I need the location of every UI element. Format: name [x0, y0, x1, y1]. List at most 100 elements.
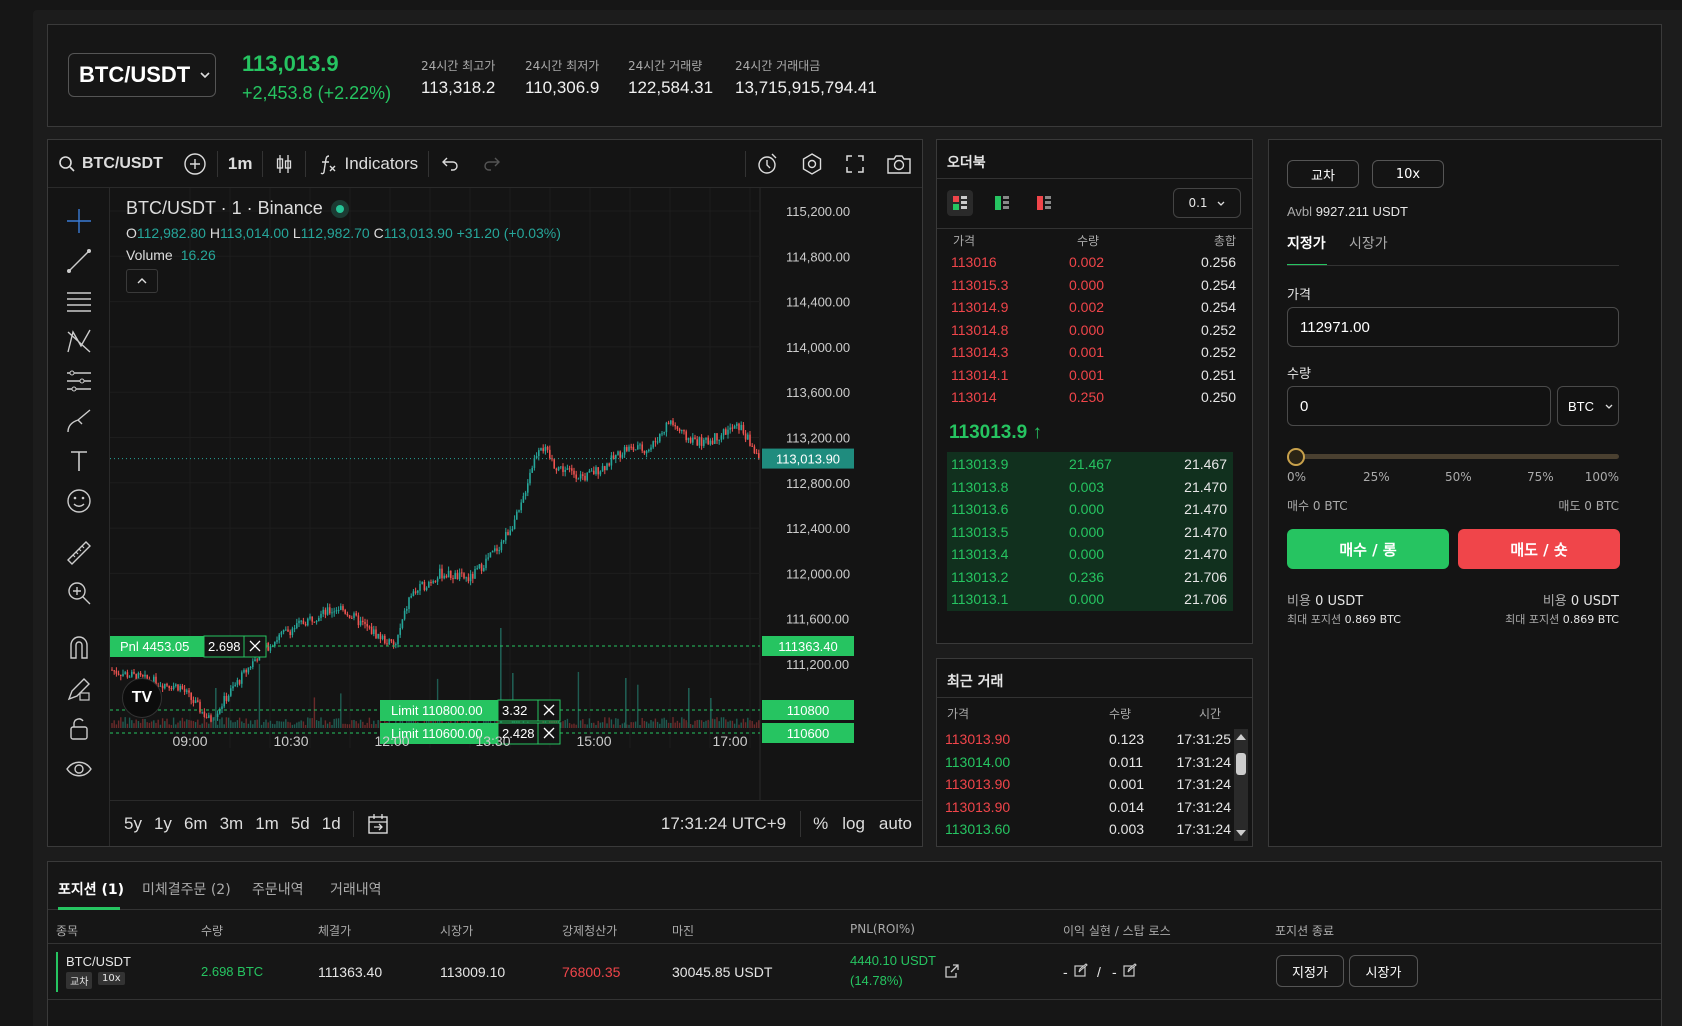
bid-row[interactable]: 113013.4 0.000 21.470 [947, 542, 1233, 566]
volume-bar [342, 723, 344, 728]
qty-unit-select[interactable]: BTC [1557, 386, 1619, 426]
trade-qty: 0.001 [1109, 776, 1145, 792]
ask-row[interactable]: 113014.3 0.001 0.252 [937, 340, 1252, 364]
interval-button[interactable]: 1m [218, 140, 263, 188]
pattern-icon[interactable] [64, 326, 94, 356]
leverage-button[interactable]: 10x [1372, 160, 1444, 188]
fib-lines-icon[interactable] [64, 286, 94, 316]
range-3m[interactable]: 3m [220, 814, 244, 834]
candle-body [296, 623, 298, 629]
text-icon[interactable] [64, 446, 94, 476]
zoom-in-icon[interactable] [64, 578, 94, 608]
candle-body [172, 685, 175, 690]
lock-drawing-icon[interactable] [64, 674, 94, 704]
indicators-button[interactable]: Indicators [306, 140, 428, 188]
ask-row[interactable]: 113015.3 0.000 0.254 [937, 273, 1252, 297]
close-market-button[interactable]: 시장가 [1349, 955, 1418, 987]
symbol-search[interactable]: BTC/USDT [48, 140, 173, 188]
edit-tp-icon[interactable] [1074, 963, 1088, 977]
prediction-icon[interactable] [64, 366, 94, 396]
undo-button[interactable] [429, 140, 471, 188]
slider-thumb[interactable] [1287, 448, 1305, 466]
view-both-button[interactable] [947, 190, 973, 216]
tab-open-orders[interactable]: 미체결주문 (2) [142, 879, 231, 899]
bid-row[interactable]: 113013.8 0.003 21.470 [947, 474, 1233, 499]
ask-row[interactable]: 113014.9 0.002 0.254 [937, 295, 1252, 319]
ask-row[interactable]: 113014 0.250 0.250 [937, 385, 1252, 409]
eye-icon[interactable] [64, 754, 94, 784]
slider-mark[interactable]: 100% [1585, 470, 1619, 484]
tab-market[interactable]: 시장가 [1349, 233, 1388, 253]
chart-time[interactable]: 17:31:24 UTC+9 [661, 814, 786, 834]
chart-type-button[interactable] [263, 140, 305, 188]
ruler-icon[interactable] [64, 538, 94, 568]
calendar-icon[interactable] [366, 812, 390, 836]
range-6m[interactable]: 6m [184, 814, 208, 834]
margin-mode-button[interactable]: 교차 [1287, 160, 1359, 188]
edit-sl-icon[interactable] [1123, 963, 1137, 977]
volume-bar [223, 724, 225, 728]
bid-row[interactable]: 113013.5 0.000 21.470 [947, 519, 1233, 544]
qty-slider[interactable] [1287, 446, 1619, 466]
volume-bar [579, 720, 582, 728]
range-5y[interactable]: 5y [124, 814, 142, 834]
view-asks-button[interactable] [1031, 190, 1057, 216]
bid-row[interactable]: 113013.1 0.000 21.706 [947, 587, 1233, 611]
sell-short-button[interactable]: 매도 / 숏 [1458, 529, 1620, 569]
fullscreen-button[interactable] [834, 140, 876, 188]
alert-button[interactable] [746, 140, 790, 188]
share-icon[interactable] [944, 963, 960, 979]
tab-limit[interactable]: 지정가 [1287, 233, 1326, 253]
tradingview-logo[interactable]: TV [122, 678, 162, 718]
redo-button[interactable] [471, 140, 513, 188]
volume-bar [656, 721, 659, 728]
chart-plot-area[interactable]: 115,200.00 114,800.00 114,400.00 114,000.00… [110, 188, 922, 800]
bid-row[interactable]: 113013.9 21.467 21.467 [947, 452, 1233, 476]
price-input[interactable]: 112971.00 [1287, 307, 1619, 347]
percent-scale-toggle[interactable]: % [813, 814, 828, 834]
screenshot-button[interactable] [876, 140, 922, 188]
settings-button[interactable] [790, 140, 834, 188]
emoji-icon[interactable] [64, 486, 94, 516]
pair-selector[interactable]: BTC/USDT [68, 53, 216, 97]
range-1m[interactable]: 1m [255, 814, 279, 834]
ask-row[interactable]: 113016 0.002 0.256 [937, 250, 1252, 274]
slider-mark[interactable]: 25% [1363, 470, 1390, 484]
candle-body [505, 532, 507, 541]
tab-order-history[interactable]: 주문내역 [252, 879, 304, 899]
collapse-legend-button[interactable] [126, 269, 158, 293]
log-scale-toggle[interactable]: log [842, 814, 865, 834]
bid-row[interactable]: 113013.2 0.236 21.706 [947, 564, 1233, 589]
trendline-icon[interactable] [64, 246, 94, 276]
crosshair-icon[interactable] [64, 206, 94, 236]
tab-positions[interactable]: 포지션 (1) [58, 879, 124, 899]
range-1y[interactable]: 1y [154, 814, 172, 834]
qty-input[interactable]: 0 [1287, 386, 1551, 426]
compare-button[interactable] [173, 140, 217, 188]
candle-body [698, 437, 701, 446]
view-bids-button[interactable] [989, 190, 1015, 216]
bid-row[interactable]: 113013.6 0.000 21.470 [947, 497, 1233, 521]
candle-body [575, 474, 577, 479]
slider-mark[interactable]: 75% [1527, 470, 1554, 484]
close-limit-button[interactable]: 지정가 [1276, 955, 1344, 987]
range-1d[interactable]: 1d [322, 814, 341, 834]
slider-mark[interactable]: 0% [1287, 470, 1306, 484]
auto-scale-toggle[interactable]: auto [879, 814, 912, 834]
ask-row[interactable]: 113014.1 0.001 0.251 [937, 363, 1252, 387]
ask-row[interactable]: 113014.8 0.000 0.252 [937, 318, 1252, 342]
magnet-icon[interactable] [64, 632, 94, 662]
volume-bar [331, 724, 333, 728]
volume-bar [150, 721, 153, 728]
slider-mark[interactable]: 50% [1445, 470, 1472, 484]
tab-trade-history[interactable]: 거래내역 [330, 879, 382, 899]
margin-badge: 교차 [66, 972, 93, 989]
buy-long-button[interactable]: 매수 / 롱 [1287, 529, 1449, 569]
chart-title: BTC/USDT · 1 · Binance [126, 198, 323, 218]
range-5d[interactable]: 5d [291, 814, 310, 834]
lock-icon[interactable] [64, 714, 94, 744]
pnl-qty: 2.698 [208, 639, 241, 654]
brush-icon[interactable] [64, 406, 94, 436]
precision-select[interactable]: 0.1 [1173, 188, 1241, 218]
volume-bar [637, 684, 639, 728]
